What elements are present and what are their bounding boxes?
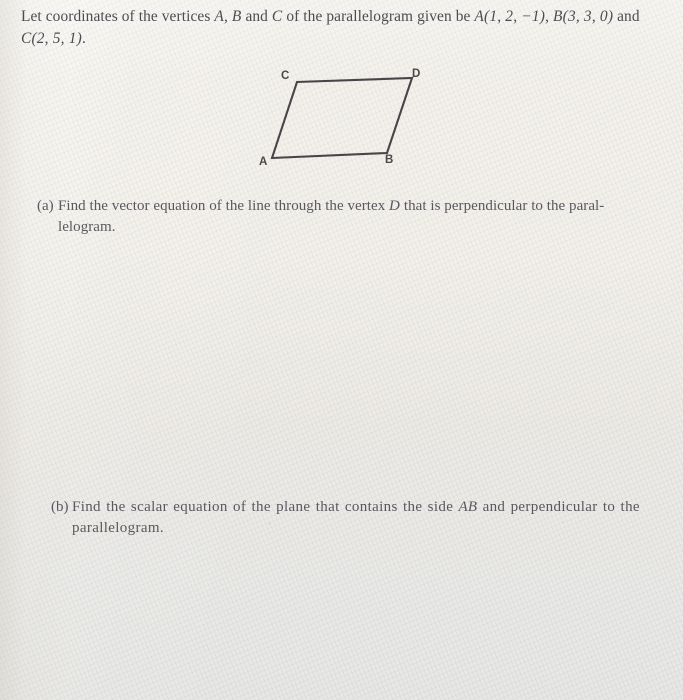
part-a-text-line2: lelogram. (58, 219, 116, 235)
part-b-body: Find the scalar equation of the plane th… (72, 497, 652, 539)
parallelogram-figure: A B C D (245, 62, 445, 177)
statement-sep-1: , (223, 8, 232, 25)
parallelogram-outline (270, 76, 414, 160)
vertex-var-c: C (271, 8, 283, 25)
coordinate-point-c: C(2, 5, 1) (21, 30, 82, 47)
statement-period: . (82, 30, 86, 47)
problem-statement: Let coordinates of the vertices A, B and… (21, 6, 666, 50)
part-b-text-end: and perpendicular to the (477, 499, 640, 515)
part-a-marker: (a) (37, 198, 54, 214)
part-a-text-lead: Find the vector equation of the line thr… (58, 198, 390, 214)
vertex-var-a: A (214, 8, 224, 25)
statement-text-lead: Let coordinates of the vertices (21, 8, 215, 25)
part-b-side-var: AB (458, 499, 478, 515)
part-b-marker: (b) (51, 499, 69, 515)
coordinate-point-b: B(3, 3, 0) (553, 8, 614, 25)
statement-text-end: and (613, 8, 640, 25)
part-a-text-end: that is perpendicular to the paral- (400, 198, 605, 214)
vertex-label-c: C (281, 70, 290, 82)
part-a-vertex-var: D (389, 198, 401, 214)
worksheet-page: Let coordinates of the vertices A, B and… (0, 0, 683, 700)
part-a-body: Find the vector equation of the line thr… (58, 196, 654, 238)
statement-text-mid: of the parallelogram given be (282, 8, 475, 25)
question-part-b: (b) Find the scalar equation of the plan… (51, 497, 652, 539)
coordinate-point-a: A(1, 2, −1) (474, 8, 546, 25)
scan-speck (640, 665, 643, 668)
statement-conjunction: and (241, 8, 272, 25)
vertex-label-b: B (385, 154, 394, 166)
vertex-var-b: B (231, 8, 242, 25)
vertex-label-d: D (412, 68, 421, 80)
question-part-a: (a) Find the vector equation of the line… (37, 196, 654, 238)
statement-sep-2: , (545, 8, 554, 25)
vertex-label-a: A (259, 156, 268, 168)
part-b-text-lead: Find the scalar equation of the plane th… (72, 499, 459, 515)
part-b-text-line2: parallelogram. (72, 520, 164, 536)
